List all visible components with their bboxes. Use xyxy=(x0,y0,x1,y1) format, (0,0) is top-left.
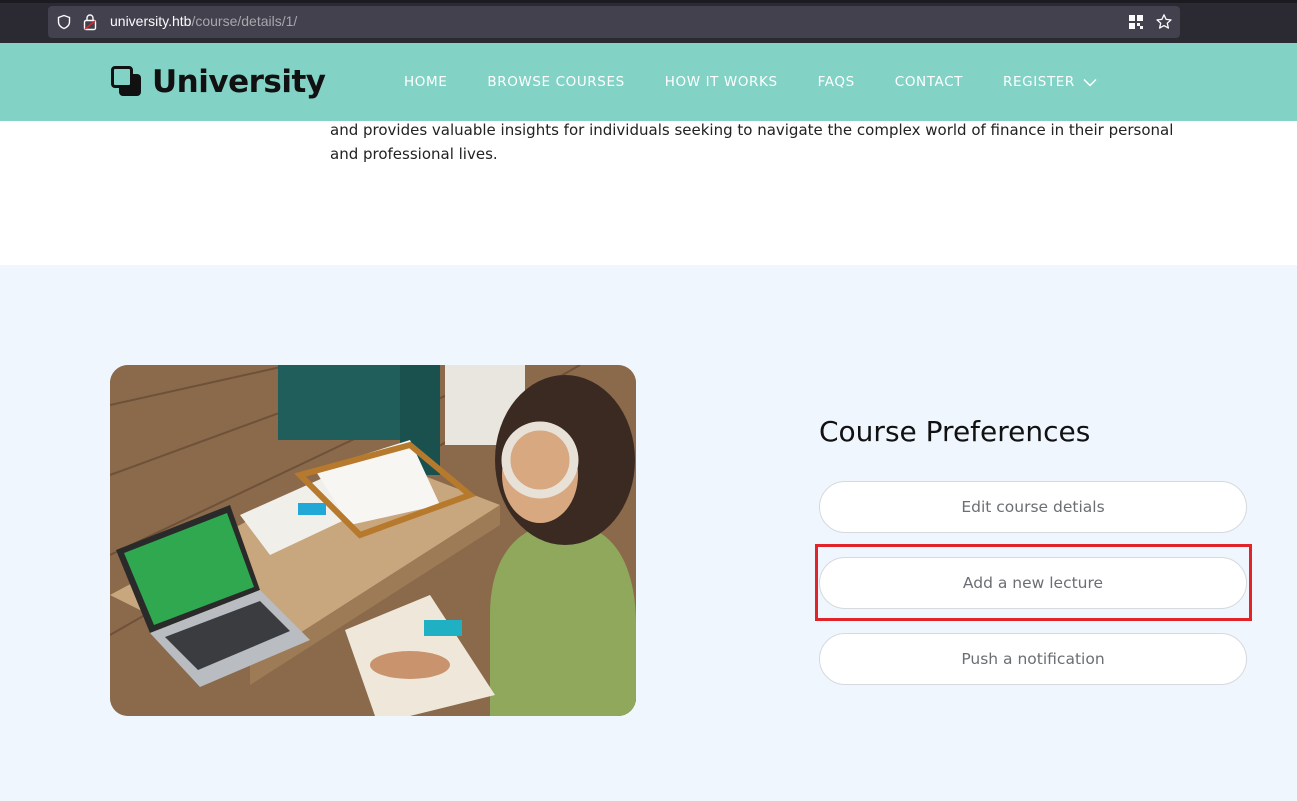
chevron-down-icon xyxy=(1083,78,1097,87)
url-host: university.htb xyxy=(110,13,192,29)
nav-home[interactable]: HOME xyxy=(404,72,447,92)
highlight-annotation-box xyxy=(815,544,1252,621)
bookmark-star-icon[interactable] xyxy=(1155,13,1173,31)
site-header: University HOME BROWSE COURSES HOW IT WO… xyxy=(0,43,1297,121)
student-laptop-illustration xyxy=(110,365,636,716)
course-preferences-title: Course Preferences xyxy=(819,415,1091,448)
site-logo[interactable]: University xyxy=(110,65,326,99)
nav-faqs[interactable]: FAQS xyxy=(818,72,855,92)
logo-icon xyxy=(110,65,144,99)
main-nav: HOME BROWSE COURSES HOW IT WORKS FAQS CO… xyxy=(404,72,1137,92)
nav-contact[interactable]: CONTACT xyxy=(895,72,963,92)
course-description-text: and provides valuable insights for indiv… xyxy=(330,121,1174,163)
push-notification-button[interactable]: Push a notification xyxy=(819,633,1247,685)
nav-browse-courses[interactable]: BROWSE COURSES xyxy=(487,72,624,92)
edit-course-details-button[interactable]: Edit course detials xyxy=(819,481,1247,533)
url-path: /course/details/1/ xyxy=(191,13,298,29)
nav-how-it-works[interactable]: HOW IT WORKS xyxy=(665,72,778,92)
browser-toolbar: university.htb/course/details/1/ xyxy=(0,0,1297,43)
address-bar[interactable]: university.htb/course/details/1/ xyxy=(48,6,1180,38)
nav-register[interactable]: REGISTER xyxy=(1003,72,1097,92)
course-preferences-section: Course Preferences Edit course detials A… xyxy=(0,265,1297,801)
lock-icon[interactable] xyxy=(82,13,98,31)
course-hero-image xyxy=(110,365,636,716)
nav-register-label: REGISTER xyxy=(1003,74,1075,90)
shield-icon[interactable] xyxy=(56,14,72,30)
url-text[interactable]: university.htb/course/details/1/ xyxy=(110,13,297,29)
logo-text: University xyxy=(152,64,326,100)
qr-grid-icon[interactable] xyxy=(1128,14,1144,30)
